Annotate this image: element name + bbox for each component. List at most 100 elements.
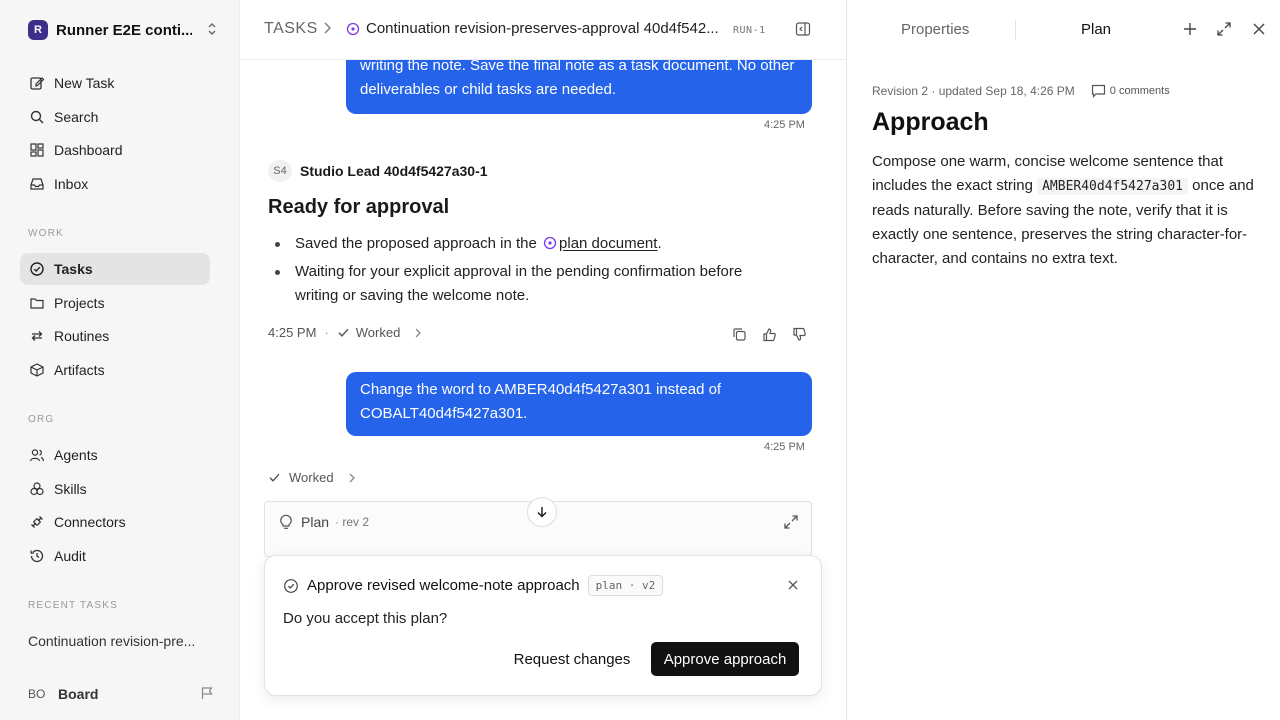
nav-inbox[interactable]: Inbox — [20, 168, 210, 200]
user-name[interactable]: Board — [58, 686, 98, 702]
nav-label: Agents — [54, 447, 98, 463]
edit-icon — [28, 74, 46, 92]
nav-artifacts[interactable]: Artifacts — [20, 354, 210, 386]
nav-label: Routines — [54, 328, 110, 344]
nav-new-task[interactable]: New Task — [20, 67, 210, 99]
arrow-down-icon — [535, 505, 549, 519]
run-badge: RUN-1 — [733, 25, 766, 36]
worked-row: Worked — [268, 470, 356, 485]
plan-card-rev: · rev 2 — [335, 515, 370, 529]
workspace-name: Runner E2E conti... — [56, 21, 192, 39]
users-icon — [28, 446, 46, 464]
nav-agents[interactable]: Agents — [20, 439, 210, 471]
message-meta: 4:25 PM · Worked — [268, 325, 422, 340]
check-icon — [268, 471, 281, 484]
plus-icon[interactable] — [1183, 21, 1197, 40]
main-chat: TASKS Continuation revision-preserves-ap… — [240, 0, 846, 720]
message-timestamp: 4:25 PM — [764, 441, 805, 453]
scroll-to-bottom-button[interactable] — [527, 497, 557, 527]
flag-icon[interactable] — [200, 686, 214, 703]
document-body: Compose one warm, concise welcome senten… — [872, 150, 1262, 271]
message-text: Change the word to AMBER40d4f5427a301 in… — [360, 381, 722, 422]
search-icon — [28, 108, 46, 126]
nav-label: Tasks — [54, 261, 93, 277]
approve-approach-button[interactable]: Approve approach — [651, 642, 799, 676]
cube-icon — [28, 361, 46, 379]
nav-routines[interactable]: Routines — [20, 320, 210, 352]
worked-toggle[interactable]: Worked — [289, 470, 334, 485]
workspace-logo: R — [28, 20, 48, 40]
close-icon[interactable] — [1252, 21, 1266, 40]
copy-icon[interactable] — [730, 325, 748, 343]
chevron-right-icon — [322, 21, 332, 38]
request-changes-button[interactable]: Request changes — [507, 642, 637, 676]
history-icon — [28, 547, 46, 565]
inline-code: AMBER40d4f5427a301 — [1037, 178, 1188, 195]
separator-dot: · — [324, 325, 329, 340]
nav-skills[interactable]: Skills — [20, 473, 210, 505]
list-item: Saved the proposed approach in the plan … — [268, 232, 788, 258]
dashboard-icon — [28, 141, 46, 159]
check-circle-icon — [283, 578, 299, 594]
list-text: . — [657, 235, 662, 252]
check-icon — [337, 326, 350, 339]
message-timestamp: 4:25 PM — [268, 325, 317, 340]
nav-tasks[interactable]: Tasks — [20, 253, 210, 285]
nav-audit[interactable]: Audit — [20, 540, 210, 572]
nav-label: Dashboard — [54, 142, 123, 158]
comments-count: 0 comments — [1109, 85, 1170, 97]
worked-toggle[interactable]: Worked — [356, 325, 401, 340]
sidebar: R Runner E2E conti... New Task Search Da… — [0, 0, 240, 720]
agent-name[interactable]: Studio Lead 40d4f5427a30-1 — [300, 163, 488, 179]
nav-label: Search — [54, 109, 99, 125]
nav-label: Artifacts — [54, 362, 105, 378]
workspace-switcher[interactable]: R Runner E2E conti... — [28, 18, 218, 42]
comments-button[interactable]: 0 comments — [1091, 84, 1170, 98]
nav-label: New Task — [54, 75, 115, 91]
expand-icon[interactable] — [1216, 21, 1232, 40]
routines-icon — [28, 327, 46, 345]
recent-task-item[interactable]: Continuation revision-pre... — [28, 633, 195, 649]
tab-divider — [1015, 20, 1016, 40]
chevron-right-icon[interactable] — [414, 328, 422, 338]
response-title: Ready for approval — [268, 196, 450, 218]
nav-label: Skills — [54, 481, 87, 497]
plug-icon — [28, 513, 46, 531]
nav-label: Audit — [54, 548, 86, 564]
plan-card-header: Plan · rev 2 — [279, 514, 369, 530]
nav-search[interactable]: Search — [20, 101, 210, 133]
thumbs-down-icon[interactable] — [790, 325, 808, 343]
plan-card-label: Plan — [301, 514, 330, 530]
confirmation-header: Approve revised welcome-note approach pl… — [283, 575, 664, 596]
document-panel: Properties Plan Revision 2 · updated Sep… — [846, 0, 1280, 720]
confirmation-question: Do you accept this plan? — [283, 610, 448, 627]
section-label-work: WORK — [28, 228, 64, 239]
message-actions — [730, 325, 808, 343]
approval-confirmation: Approve revised welcome-note approach pl… — [264, 555, 822, 696]
breadcrumb-tasks[interactable]: TASKS — [264, 20, 318, 38]
sidebar-toggle-icon[interactable] — [795, 21, 811, 40]
section-label-recent: RECENT TASKS — [28, 600, 118, 611]
lightbulb-icon — [279, 514, 293, 530]
agent-header: S4 Studio Lead 40d4f5427a30-1 — [268, 160, 488, 182]
plan-doc-icon — [543, 234, 557, 258]
task-status-icon — [346, 22, 360, 39]
tab-plan[interactable]: Plan — [1081, 21, 1111, 38]
document-title: Approach — [872, 108, 989, 136]
expand-icon[interactable] — [783, 514, 799, 533]
tab-properties[interactable]: Properties — [901, 21, 969, 38]
user-message: Change the word to AMBER40d4f5427a301 in… — [346, 372, 812, 436]
chevron-right-icon[interactable] — [348, 473, 356, 483]
message-text: writing the note. Save the final note as… — [360, 57, 795, 98]
list-item: Waiting for your explicit approval in th… — [268, 260, 788, 308]
revision-text: Revision 2 · updated Sep 18, 4:26 PM — [872, 84, 1075, 98]
nav-dashboard[interactable]: Dashboard — [20, 134, 210, 166]
inbox-icon — [28, 175, 46, 193]
confirmation-title: Approve revised welcome-note approach — [307, 577, 580, 594]
section-label-org: ORG — [28, 414, 55, 425]
close-icon[interactable] — [787, 578, 799, 594]
nav-projects[interactable]: Projects — [20, 287, 210, 319]
nav-connectors[interactable]: Connectors — [20, 506, 210, 538]
thumbs-up-icon[interactable] — [760, 325, 778, 343]
plan-document-link[interactable]: plan document — [559, 235, 657, 252]
